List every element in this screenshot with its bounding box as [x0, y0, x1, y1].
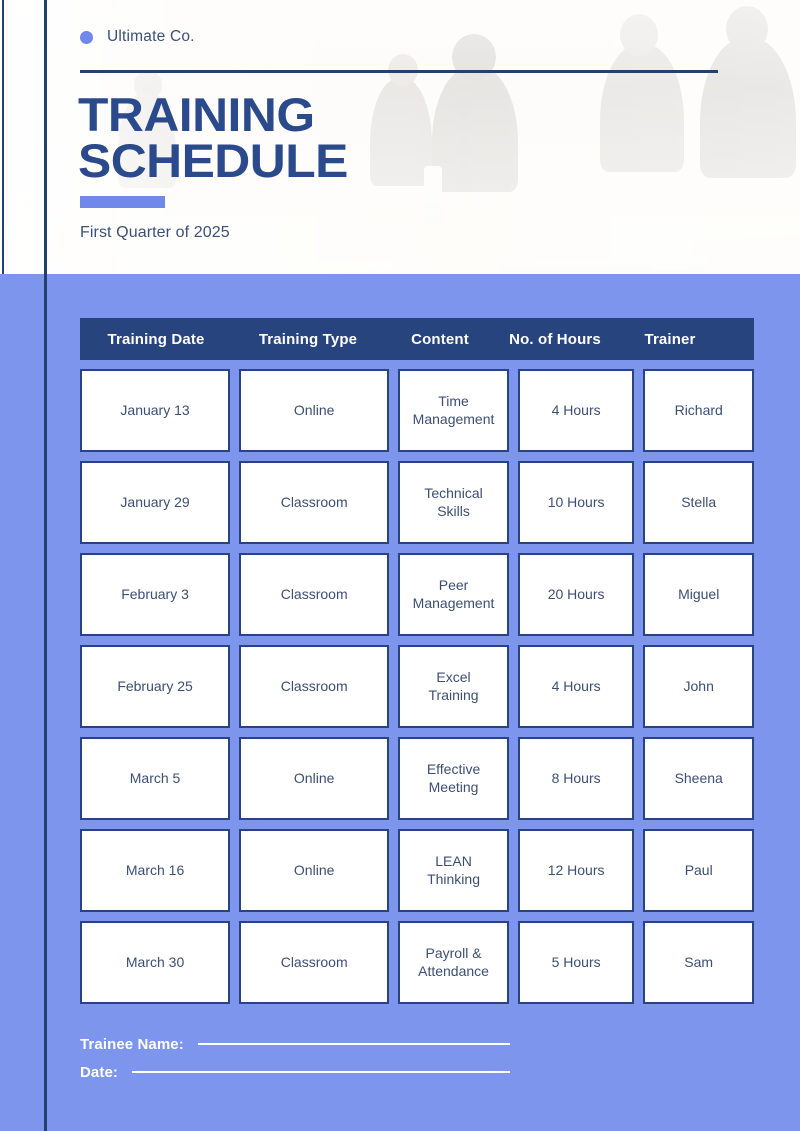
header-outer-vertical-line [2, 0, 4, 274]
table-row: March 30 Classroom Payroll & Attendance 5 Ho… [80, 921, 755, 1004]
table-cell: March 5 [80, 737, 231, 820]
photo-person-head [452, 34, 496, 80]
page-title-line-2: SCHEDULE [78, 133, 348, 187]
table-cell: Stella [643, 461, 755, 544]
table-cell: Classroom [239, 921, 390, 1004]
table-cell: March 30 [80, 921, 231, 1004]
table-cell: 10 Hours [517, 461, 635, 544]
column-header-2: Training Type [258, 330, 358, 348]
table-cell: 5 Hours [517, 921, 635, 1004]
brand-dot-icon [80, 30, 93, 44]
column-header-4: No. of Hours [509, 330, 601, 348]
brand-lockup: Ultimate Co. [80, 28, 195, 46]
date-label: Date: [80, 1063, 119, 1081]
brand-name: Ultimate Co. [107, 28, 195, 45]
photo-person-head [620, 14, 658, 56]
table-header-row: Training Date Training Type Content No. of … [80, 318, 754, 360]
signature-block: Trainee Name: Date: [80, 1030, 511, 1086]
header-divider-rule [80, 70, 718, 73]
title-accent-bar [80, 196, 165, 208]
date-input-line[interactable] [132, 1071, 511, 1073]
table-cell: March 16 [80, 829, 231, 912]
photo-person [600, 44, 684, 172]
photo-person [432, 66, 518, 192]
column-header-5: Trainer [644, 330, 696, 348]
photo-cup [650, 210, 692, 270]
photo-person-head [726, 6, 768, 52]
table-cell: Technical Skills [398, 461, 509, 544]
table-cell: Excel Training [398, 645, 509, 728]
table-cell: Sam [643, 921, 755, 1004]
column-header-3: Content [411, 330, 469, 348]
table-cell: 12 Hours [517, 829, 635, 912]
table-row: February 3 Classroom Peer Management 20 Hour… [80, 553, 755, 636]
table-cell: January 13 [80, 369, 231, 452]
photo-window-pane [10, 0, 36, 165]
table-cell: Time Management [398, 369, 509, 452]
page-title: TRAINING SCHEDULE [78, 88, 348, 187]
training-schedule-table: Training Date Training Type Content No. of … [80, 318, 755, 1004]
table-cell: 4 Hours [517, 369, 635, 452]
table-cell: Effective Meeting [398, 737, 509, 820]
table-row: March 5 Online Effective Meeting 8 Hours Shee… [80, 737, 755, 820]
table-cell: January 29 [80, 461, 231, 544]
table-cell: 4 Hours [517, 645, 635, 728]
table-cell: Classroom [239, 645, 390, 728]
table-cell: 8 Hours [517, 737, 635, 820]
table-cell: February 3 [80, 553, 231, 636]
table-cell: 20 Hours [517, 553, 635, 636]
table-cell: Peer Management [398, 553, 509, 636]
training-schedule-page: Ultimate Co. TRAINING SCHEDULE First Qua… [0, 0, 800, 1131]
photo-person [370, 78, 432, 186]
trainee-name-label: Trainee Name: [80, 1035, 184, 1053]
photo-bottle [424, 166, 442, 224]
table-cell: Online [239, 737, 390, 820]
table-cell: Online [239, 369, 390, 452]
table-cell: Online [239, 829, 390, 912]
table-cell: LEAN Thinking [398, 829, 509, 912]
column-header-1: Training Date [107, 330, 205, 348]
table-body: January 13 Online Time Management 4 Hours Ric… [80, 369, 755, 1004]
table-row: February 25 Classroom Excel Training 4 Hours… [80, 645, 755, 728]
table-cell: Classroom [239, 461, 390, 544]
date-row: Date: [80, 1058, 511, 1086]
page-subtitle: First Quarter of 2025 [80, 224, 230, 241]
table-cell: Payroll & Attendance [398, 921, 509, 1004]
page-title-line-1: TRAINING [78, 88, 315, 141]
table-cell: February 25 [80, 645, 231, 728]
table-row: January 13 Online Time Management 4 Hours Ric… [80, 369, 755, 452]
table-cell: Classroom [239, 553, 390, 636]
photo-person [700, 38, 796, 178]
table-row: January 29 Classroom Technical Skills 10 Hou… [80, 461, 755, 544]
trainee-name-row: Trainee Name: [80, 1030, 510, 1058]
trainee-name-input-line[interactable] [197, 1043, 510, 1045]
photo-window-pane [52, 0, 78, 165]
table-cell: John [643, 645, 755, 728]
table-row: March 16 Online LEAN Thinking 12 Hours Paul [80, 829, 755, 912]
table-cell: Sheena [643, 737, 755, 820]
table-cell: Richard [643, 369, 755, 452]
table-cell: Miguel [643, 553, 755, 636]
page-inner-vertical-line [44, 0, 47, 1131]
table-cell: Paul [643, 829, 755, 912]
